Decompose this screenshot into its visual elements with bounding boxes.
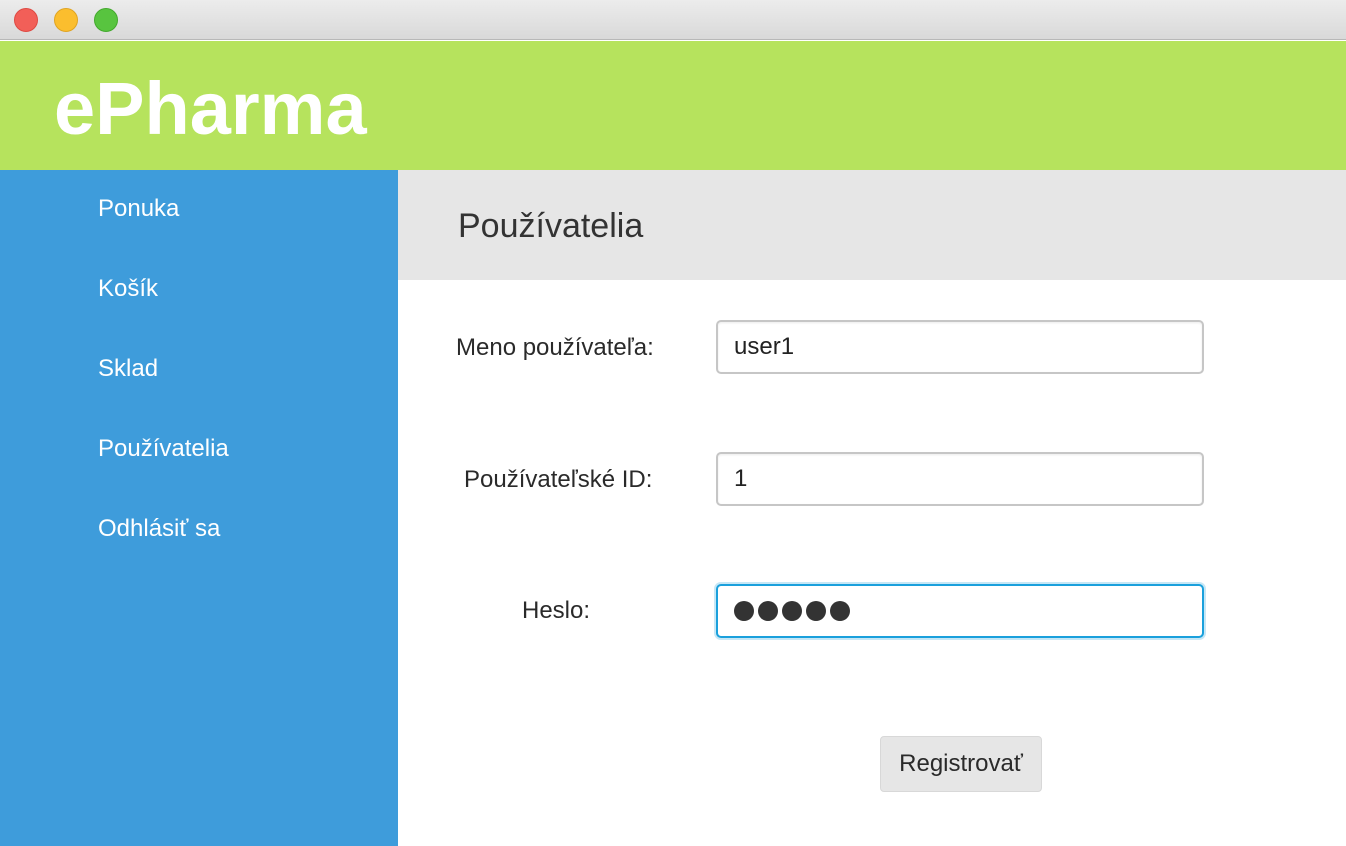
password-dot [734,601,754,621]
sidebar-item-odhlasit[interactable]: Odhlásiť sa [98,509,220,549]
maximize-window-button[interactable] [94,8,118,32]
username-label: Meno používateľa: [456,334,654,361]
password-dot [782,601,802,621]
minimize-window-button[interactable] [54,8,78,32]
sidebar-item-sklad[interactable]: Sklad [98,349,158,389]
sidebar-item-ponuka[interactable]: Ponuka [98,189,179,229]
app-title: ePharma [54,67,367,150]
user-id-field[interactable] [716,452,1204,506]
password-field[interactable] [716,584,1204,638]
password-dot [758,601,778,621]
sidebar: Ponuka Košík Sklad Používatelia Odhlásiť… [0,170,398,846]
password-label: Heslo: [522,597,591,624]
username-field[interactable] [716,320,1204,374]
app-header: ePharma [0,41,1346,170]
sidebar-item-kosik[interactable]: Košík [98,269,158,309]
register-button[interactable]: Registrovať [880,736,1042,792]
user-id-label: Používateľské ID: [464,466,653,493]
sidebar-item-pouzivatelia[interactable]: Používatelia [98,429,229,469]
password-dot [806,601,826,621]
password-dot [830,601,850,621]
window-titlebar [0,0,1346,40]
content-header: Používatelia [398,170,1346,280]
app-window: ePharma Ponuka Košík Sklad Používatelia … [0,0,1346,846]
page-title: Používatelia [458,207,644,245]
password-mask [734,599,850,623]
close-window-button[interactable] [14,8,38,32]
